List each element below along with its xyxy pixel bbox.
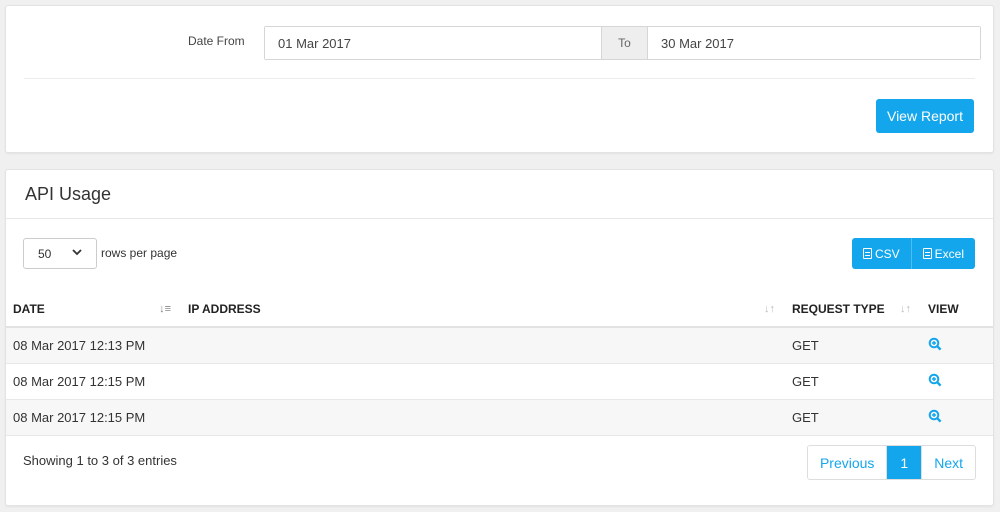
cell-ip-address (181, 399, 785, 436)
previous-page-button[interactable]: Previous (807, 446, 887, 479)
view-report-button[interactable]: View Report (875, 99, 974, 133)
rows-per-page-label: rows per page (101, 246, 178, 260)
export-csv-button[interactable]: CSV (851, 238, 911, 269)
zoom-in-icon[interactable] (928, 373, 942, 387)
cell-view (921, 363, 993, 400)
date-to-input[interactable] (647, 27, 980, 59)
column-header-view: VIEW (921, 291, 993, 328)
cell-ip-address (181, 363, 785, 400)
panel-title: API Usage (6, 170, 993, 219)
date-filter-panel: Date From To View Report (5, 5, 994, 153)
column-header-date[interactable]: DATE ↓≡ (6, 291, 181, 328)
cell-date: 08 Mar 2017 12:15 PM (6, 363, 181, 400)
column-label-request-type: REQUEST TYPE (792, 301, 885, 316)
column-label-view: VIEW (928, 301, 959, 316)
divider (24, 78, 975, 79)
column-label-ip-address: IP ADDRESS (188, 301, 261, 316)
export-excel-label: Excel (934, 246, 964, 261)
export-csv-label: CSV (874, 246, 900, 261)
cell-view (921, 399, 993, 436)
page-1-button[interactable]: 1 (886, 446, 922, 479)
cell-date: 08 Mar 2017 12:15 PM (6, 399, 181, 436)
chevron-down-icon (72, 248, 82, 259)
cell-ip-address (181, 327, 785, 364)
cell-request-type: GET (785, 399, 921, 436)
cell-view (921, 327, 993, 364)
table-info: Showing 1 to 3 of 3 entries (23, 453, 177, 468)
table-row: 08 Mar 2017 12:13 PM GET (6, 327, 993, 364)
date-from-label: Date From (188, 34, 245, 48)
table-row: 08 Mar 2017 12:15 PM GET (6, 399, 993, 436)
sort-asc-icon: ↓≡ (159, 303, 171, 315)
cell-request-type: GET (785, 363, 921, 400)
api-usage-table: DATE ↓≡ IP ADDRESS ↓↑ REQUEST TYPE ↓↑ VI… (6, 291, 993, 436)
rows-per-page-select[interactable]: 50 (23, 238, 97, 269)
zoom-in-icon[interactable] (928, 337, 942, 351)
date-from-input[interactable] (265, 27, 601, 59)
date-range-group: To (264, 26, 981, 60)
pagination: Previous 1 Next (806, 445, 976, 480)
export-buttons: CSV Excel (851, 238, 975, 269)
sort-icon: ↓↑ (764, 303, 775, 315)
api-usage-panel: API Usage 50 rows per page CSV Excel DAT… (5, 169, 994, 506)
column-label-date: DATE (13, 301, 45, 316)
cell-request-type: GET (785, 327, 921, 364)
sort-icon: ↓↑ (900, 303, 911, 315)
file-icon (862, 248, 872, 259)
table-row: 08 Mar 2017 12:15 PM GET (6, 363, 993, 400)
cell-date: 08 Mar 2017 12:13 PM (6, 327, 181, 364)
column-header-ip-address[interactable]: IP ADDRESS ↓↑ (181, 291, 785, 328)
export-excel-button[interactable]: Excel (910, 238, 975, 269)
rows-per-page-value: 50 (38, 246, 52, 261)
column-header-request-type[interactable]: REQUEST TYPE ↓↑ (785, 291, 921, 328)
zoom-in-icon[interactable] (928, 409, 942, 423)
to-addon: To (601, 27, 647, 59)
next-page-button[interactable]: Next (921, 446, 975, 479)
excel-file-icon (922, 248, 932, 259)
